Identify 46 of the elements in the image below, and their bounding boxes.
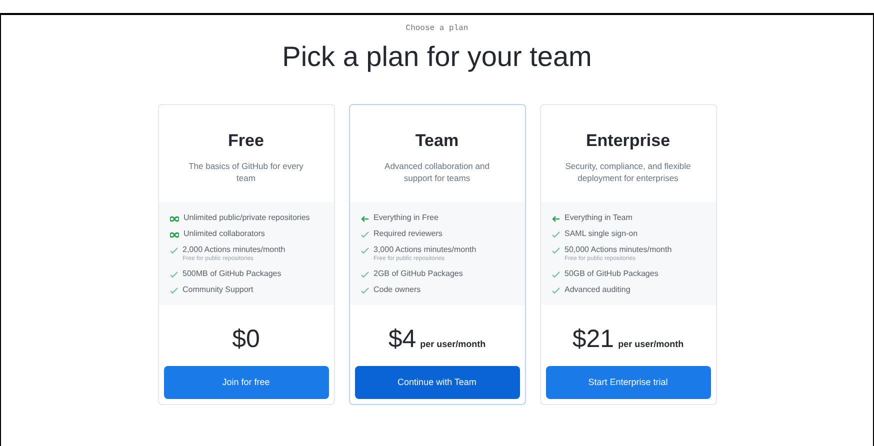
arrow-left-icon xyxy=(360,214,368,222)
check-icon xyxy=(170,270,178,278)
feature-text: Advanced auditing xyxy=(564,284,630,294)
arrow-left-icon xyxy=(552,214,560,222)
feature-text: Unlimited collaborators xyxy=(184,228,265,238)
plan-button[interactable]: Continue with Team xyxy=(354,366,520,399)
feature-text: 50,000 Actions minutes/month xyxy=(564,244,672,254)
plan-name: Team xyxy=(414,130,460,152)
page-title: Pick a plan for your team xyxy=(282,40,592,74)
plan-name: Free xyxy=(227,130,265,152)
price: $0 xyxy=(232,324,260,354)
check-icon xyxy=(170,286,178,294)
check-icon xyxy=(552,270,560,278)
feature-text: Community Support xyxy=(182,284,254,294)
feature-text: SAML single sign-on xyxy=(564,228,638,238)
check-icon xyxy=(552,246,560,254)
feature-text: Everything in Free xyxy=(374,212,438,222)
feature-text: 500MB of GitHub Packages xyxy=(182,268,282,278)
infinity-icon xyxy=(170,216,178,222)
feature-text: 2,000 Actions minutes/month xyxy=(182,244,286,254)
check-icon xyxy=(552,286,560,294)
price: $4 xyxy=(388,324,416,354)
plan-description: Security, compliance, and flexible deployment for enterprises xyxy=(564,160,692,185)
plan-description: The basics of GitHub for every team xyxy=(188,160,304,184)
feature-text: Code owners xyxy=(374,284,421,294)
check-icon xyxy=(170,246,178,254)
feature-text: Required reviewers xyxy=(374,228,442,238)
feature-text: 3,000 Actions minutes/month xyxy=(374,244,476,254)
price: $21 xyxy=(572,324,614,354)
plan-button[interactable]: Join for free xyxy=(164,366,328,399)
price-unit: per user/month xyxy=(618,338,684,351)
infinity-icon xyxy=(170,232,178,238)
feature-text: 50GB of GitHub Packages xyxy=(564,268,658,278)
price-unit: per user/month xyxy=(420,338,486,351)
eyebrow-text: Choose a plan xyxy=(406,23,468,35)
feature-text: Everything in Team xyxy=(564,212,632,222)
check-icon xyxy=(552,230,560,238)
check-icon xyxy=(360,286,368,294)
check-icon xyxy=(360,246,368,254)
check-icon xyxy=(360,230,368,238)
feature-text: Unlimited public/private repositories xyxy=(184,212,310,222)
check-icon xyxy=(360,270,368,278)
plan-description: Advanced collaboration and support for teams xyxy=(384,160,490,185)
plan-name: Enterprise xyxy=(584,130,672,152)
plan-button[interactable]: Start Enterprise trial xyxy=(546,366,710,399)
feature-text: 2GB of GitHub Packages xyxy=(374,268,463,278)
